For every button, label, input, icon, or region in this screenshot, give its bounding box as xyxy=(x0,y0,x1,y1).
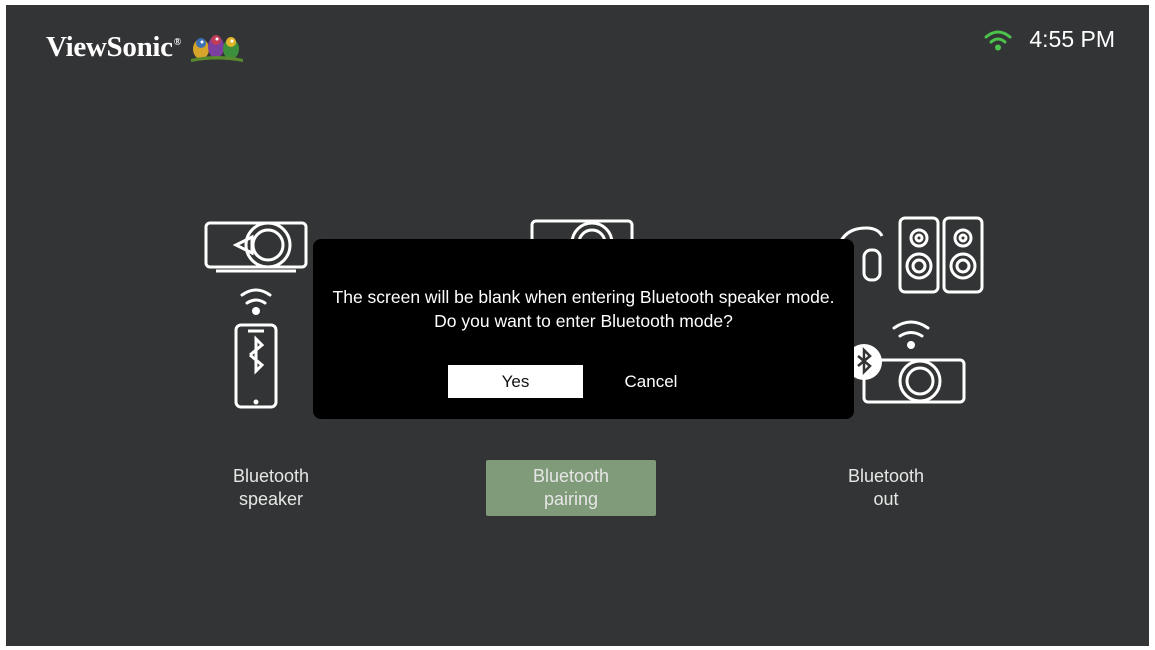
option-bluetooth-out[interactable]: Bluetooth out xyxy=(801,460,971,516)
option-bluetooth-speaker[interactable]: Bluetooth speaker xyxy=(186,460,356,516)
cancel-button[interactable]: Cancel xyxy=(603,365,699,398)
dialog-message: The screen will be blank when entering B… xyxy=(332,287,835,331)
bluetooth-speaker-icon xyxy=(204,221,308,409)
brand-logo: ViewSonic® xyxy=(46,29,245,65)
wifi-icon xyxy=(984,30,1012,50)
birds-icon xyxy=(190,35,243,62)
clock: 4:55 PM xyxy=(1029,26,1115,52)
status-bar: 4:55 PM xyxy=(983,26,1115,53)
confirm-dialog: The screen will be blank when entering B… xyxy=(313,239,854,419)
brand-name: ViewSonic® xyxy=(46,30,181,63)
yes-button[interactable]: Yes xyxy=(448,365,583,398)
option-bluetooth-pairing[interactable]: Bluetooth pairing xyxy=(486,460,656,516)
app-screen: ViewSonic® 4:55 PM Bluetooth speaker Blu… xyxy=(6,5,1149,646)
